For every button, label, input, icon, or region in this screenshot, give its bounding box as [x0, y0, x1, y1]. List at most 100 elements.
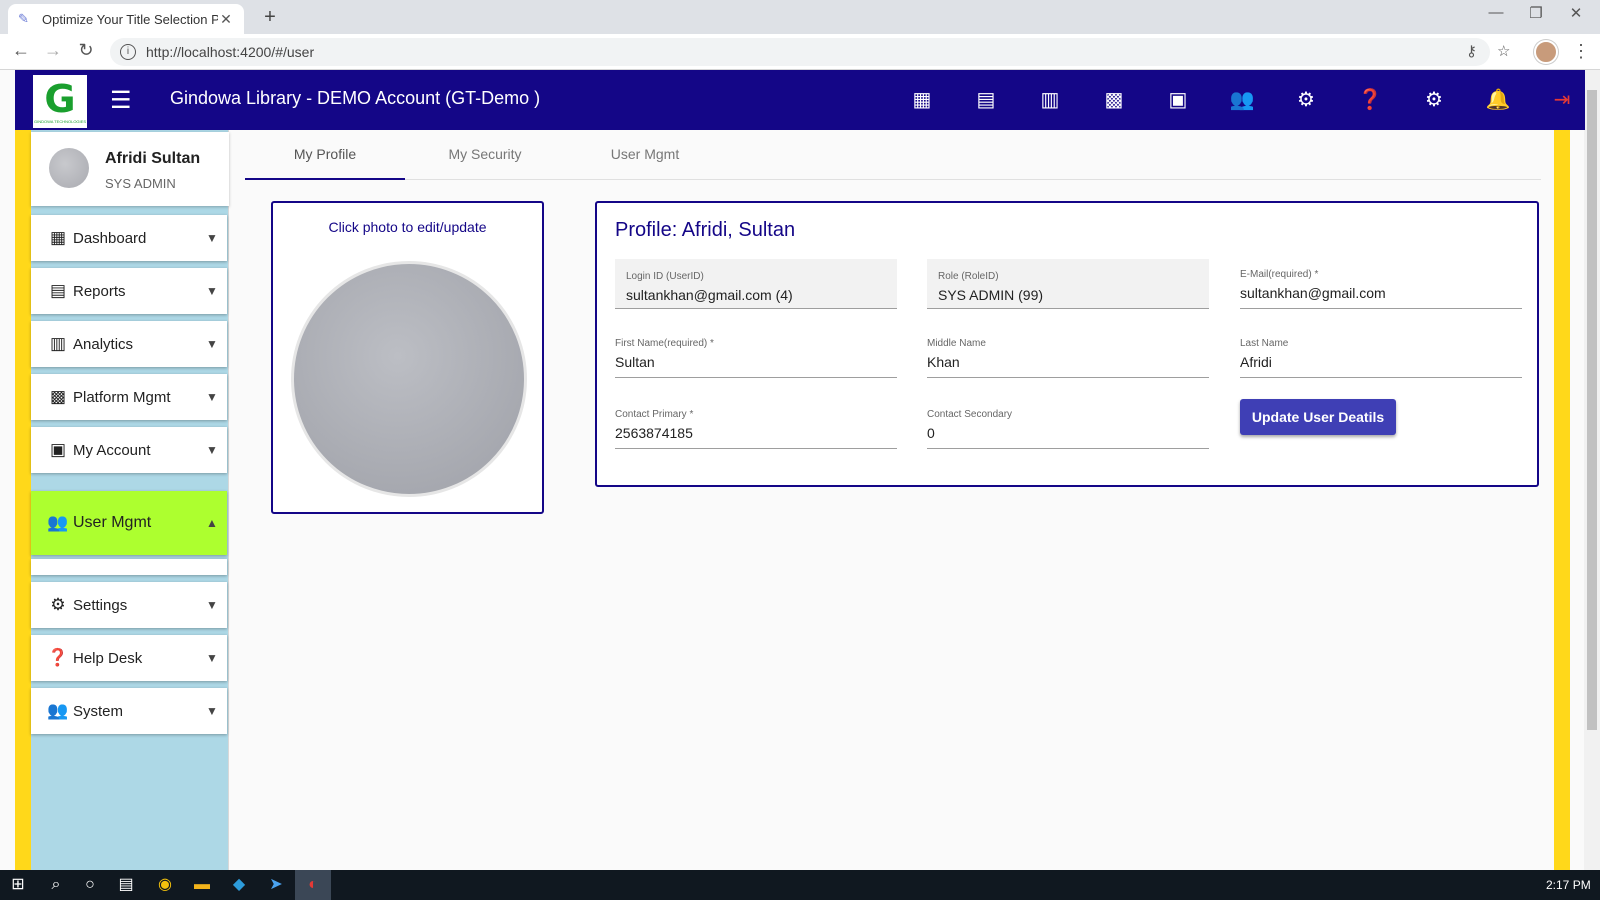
browser-tab[interactable]: ✎ Optimize Your Title Selection Pro ✕: [8, 4, 244, 34]
browser-menu-icon[interactable]: ⋮: [1572, 41, 1590, 62]
contact-primary-field[interactable]: Contact Primary *: [615, 399, 897, 449]
email-input[interactable]: [1240, 285, 1522, 301]
close-window-button[interactable]: ✕: [1556, 4, 1596, 22]
email-field[interactable]: E-Mail(required) *: [1240, 259, 1522, 309]
sidebar-item-label: My Account: [73, 441, 151, 459]
sidebar-item-settings[interactable]: ⚙ Settings ▼: [31, 582, 227, 628]
user-role: SYS ADMIN: [105, 176, 176, 191]
site-info-icon[interactable]: i: [120, 44, 136, 60]
contact-primary-input[interactable]: [615, 425, 897, 441]
app-logo[interactable]: G GINDOWA TECHNOLOGIES: [33, 75, 87, 128]
chevron-down-icon: ▼: [206, 704, 218, 718]
back-button[interactable]: ←: [10, 40, 32, 61]
tab-user-mgmt[interactable]: User Mgmt: [565, 138, 725, 180]
sidebar-item-user-mgmt[interactable]: 👥 User Mgmt ▲: [31, 491, 227, 555]
user-name: Afridi Sultan: [105, 150, 201, 167]
update-user-details-button[interactable]: Update User Deatils: [1240, 399, 1396, 435]
logout-icon[interactable]: ⇥: [1530, 84, 1594, 116]
hamburger-menu-icon[interactable]: ☰: [110, 86, 136, 115]
tab-my-security[interactable]: My Security: [405, 138, 565, 180]
field-label: Last Name: [1240, 338, 1289, 349]
sidebar-item-label: Platform Mgmt: [73, 388, 171, 406]
help-icon: ❓: [47, 648, 69, 667]
logo-letter: G: [44, 77, 76, 121]
last-name-input[interactable]: [1240, 354, 1522, 370]
sidebar-item-system[interactable]: 👥 System ▼: [31, 688, 227, 734]
reload-button[interactable]: ↻: [75, 40, 97, 61]
logo-caption: GINDOWA TECHNOLOGIES: [33, 119, 86, 124]
tab-close-icon[interactable]: ✕: [218, 11, 234, 28]
user-mgmt-submenu: [31, 559, 227, 575]
notifications-icon[interactable]: 🔔: [1466, 84, 1530, 116]
wallet-icon: ▣: [49, 440, 67, 459]
building-icon: ▩: [49, 387, 67, 406]
cortana-icon[interactable]: ○: [72, 870, 108, 900]
app-icon[interactable]: ➤: [258, 870, 294, 900]
middle-name-input[interactable]: [927, 354, 1209, 370]
sidebar-item-dashboard[interactable]: ▦ Dashboard ▼: [31, 215, 227, 261]
active-app-icon[interactable]: ◐: [295, 870, 331, 900]
sidebar-item-platform-mgmt[interactable]: ▩ Platform Mgmt ▼: [31, 374, 227, 420]
account-icon[interactable]: ▣: [1146, 84, 1210, 116]
vscode-icon[interactable]: ◆: [221, 870, 257, 900]
os-taskbar: ⊞ ⌕ ○ ▤ ◉ ▬ ◆ ➤ ◐ 2:17 PM: [0, 870, 1600, 900]
sidebar-item-label: Settings: [73, 596, 128, 614]
address-bar[interactable]: i http://localhost:4200/#/user: [110, 38, 1490, 66]
user-card: Afridi Sultan SYS ADMIN: [31, 132, 229, 206]
analytics-icon[interactable]: ▥: [1018, 84, 1082, 116]
browser-profile-avatar[interactable]: [1534, 40, 1558, 64]
app-title: Gindowa Library - DEMO Account (GT-Demo …: [170, 88, 541, 108]
sidebar-item-label: Help Desk: [73, 649, 143, 667]
system-icon[interactable]: ⚙: [1402, 84, 1466, 116]
minimize-button[interactable]: —: [1476, 4, 1516, 21]
url-text: http://localhost:4200/#/user: [146, 44, 315, 60]
last-name-field[interactable]: Last Name: [1240, 328, 1522, 378]
sidebar-item-help-desk[interactable]: ❓ Help Desk ▼: [31, 635, 227, 681]
profile-form-card: Profile: Afridi, Sultan Login ID (UserID…: [595, 201, 1539, 487]
forward-button[interactable]: →: [42, 40, 64, 61]
field-label: E-Mail(required) *: [1240, 269, 1319, 280]
users-icon: 👥: [47, 513, 69, 532]
left-accent-bar: [15, 70, 31, 870]
profile-title: Profile: Afridi, Sultan: [615, 219, 796, 241]
sidebar-item-my-account[interactable]: ▣ My Account ▼: [31, 427, 227, 473]
platform-icon[interactable]: ▩: [1082, 84, 1146, 116]
sidebar-item-reports[interactable]: ▤ Reports ▼: [31, 268, 227, 314]
new-tab-button[interactable]: +: [258, 6, 282, 29]
photo-card: Click photo to edit/update: [271, 201, 544, 514]
avatar[interactable]: [49, 148, 89, 188]
profile-tabs: My Profile My Security User Mgmt: [245, 138, 1541, 180]
search-icon[interactable]: ⌕: [38, 870, 74, 900]
help-icon[interactable]: ❓: [1338, 84, 1402, 116]
reports-icon[interactable]: ▤: [954, 84, 1018, 116]
sidebar-item-analytics[interactable]: ▥ Analytics ▼: [31, 321, 227, 367]
settings-icon[interactable]: ⚙: [1274, 84, 1338, 116]
chevron-down-icon: ▼: [206, 390, 218, 404]
first-name-field[interactable]: First Name(required) *: [615, 328, 897, 378]
task-view-icon[interactable]: ▤: [108, 870, 144, 900]
taskbar-clock: 2:17 PM: [1546, 878, 1591, 892]
first-name-input[interactable]: [615, 354, 897, 370]
browser-toolbar: ← → ↻ i http://localhost:4200/#/user ⚷ ☆…: [0, 34, 1600, 70]
sidebar-item-label: System: [73, 702, 124, 720]
file-explorer-icon[interactable]: ▬: [184, 870, 220, 900]
scrollbar-thumb[interactable]: [1587, 90, 1597, 730]
sidebar-item-label: Analytics: [73, 335, 134, 353]
contact-secondary-input[interactable]: [927, 425, 1209, 441]
bookmark-star-icon[interactable]: ☆: [1497, 42, 1510, 60]
profile-photo[interactable]: [291, 261, 527, 497]
dashboard-icon[interactable]: ▦: [890, 84, 954, 116]
contact-secondary-field[interactable]: Contact Secondary: [927, 399, 1209, 449]
middle-name-field[interactable]: Middle Name: [927, 328, 1209, 378]
restore-button[interactable]: ❐: [1516, 4, 1556, 22]
field-label: Role (RoleID): [938, 271, 999, 282]
windows-start-icon[interactable]: ⊞: [0, 870, 36, 900]
chevron-down-icon: ▼: [206, 231, 218, 245]
key-icon[interactable]: ⚷: [1466, 42, 1477, 60]
site-favicon-icon: ✎: [18, 11, 29, 26]
chrome-icon[interactable]: ◉: [147, 870, 183, 900]
tab-my-profile[interactable]: My Profile: [245, 138, 405, 180]
browser-tab-title: Optimize Your Title Selection Pro: [42, 11, 218, 27]
login-id-input: [626, 287, 897, 303]
users-icon[interactable]: 👥: [1210, 84, 1274, 116]
